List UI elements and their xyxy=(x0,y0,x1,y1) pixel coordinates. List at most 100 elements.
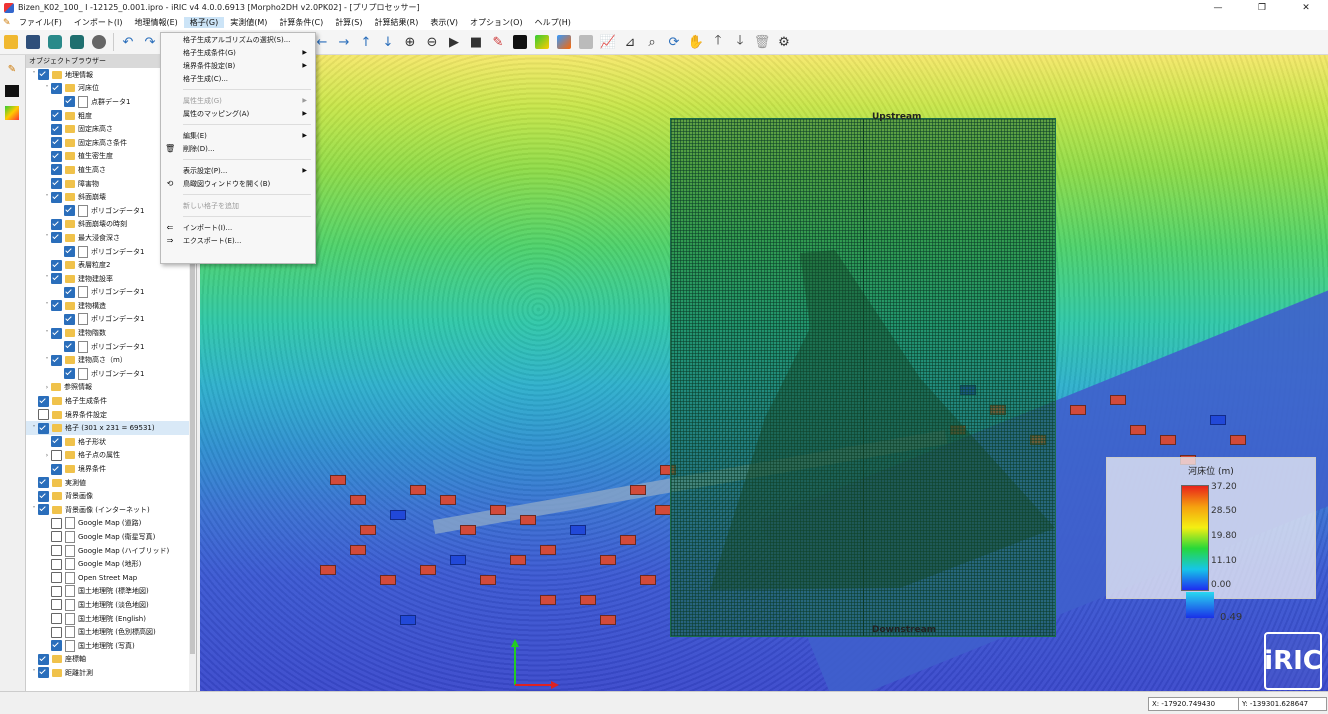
tree-item[interactable]: ˅ 建物構造 xyxy=(26,299,196,313)
visibility-checkbox[interactable] xyxy=(64,205,75,217)
tree-item[interactable]: ポリゴンデータ1 xyxy=(26,340,196,354)
menu-view[interactable]: 表示(V) xyxy=(424,17,464,28)
visibility-checkbox[interactable] xyxy=(51,640,62,652)
visibility-checkbox[interactable] xyxy=(51,300,62,312)
visibility-checkbox[interactable] xyxy=(51,164,62,176)
menu-calc-condition[interactable]: 計算条件(C) xyxy=(273,17,329,28)
grid-menu-item[interactable]: ⇒ エクスポート(E)... xyxy=(161,234,315,247)
tree-item[interactable]: 実測値 xyxy=(26,476,196,490)
chart-search-icon[interactable]: ⌕ xyxy=(642,32,662,52)
expand-arrow-icon[interactable]: ˅ xyxy=(43,302,51,309)
tree-item[interactable]: ˅ 建物建設率 xyxy=(26,272,196,286)
console-icon[interactable] xyxy=(510,32,530,52)
tree-item[interactable]: ˅ 距離計測 xyxy=(26,666,196,680)
tree-item[interactable]: 国土地理院 (English) xyxy=(26,612,196,626)
maximize-button[interactable]: ❐ xyxy=(1240,0,1284,15)
visibility-checkbox[interactable] xyxy=(38,409,49,421)
tree-item[interactable]: ポリゴンデータ1 xyxy=(26,313,196,327)
tree-item[interactable]: ˅ 建物高さ（m） xyxy=(26,353,196,367)
grid-menu-item[interactable]: 編集(E) ▶ xyxy=(161,129,315,142)
visibility-checkbox[interactable] xyxy=(51,517,62,529)
visibility-checkbox[interactable] xyxy=(38,504,49,516)
menu-measured[interactable]: 実測値(M) xyxy=(224,17,273,28)
zoom-out-icon[interactable]: ⊖ xyxy=(422,32,442,52)
menu-import[interactable]: インポート(I) xyxy=(68,17,129,28)
tree-item[interactable]: 境界条件 xyxy=(26,462,196,476)
visibility-checkbox[interactable] xyxy=(51,259,62,271)
expand-arrow-icon[interactable]: ˅ xyxy=(43,357,51,364)
pan-down-icon[interactable]: ↓ xyxy=(378,32,398,52)
menu-result[interactable]: 計算結果(R) xyxy=(369,17,425,28)
visibility-checkbox[interactable] xyxy=(51,613,62,625)
visibility-checkbox[interactable] xyxy=(51,82,62,94)
expand-arrow-icon[interactable]: ˅ xyxy=(43,85,51,92)
tree-item[interactable]: 国土地理院 (色別標高図) xyxy=(26,625,196,639)
visibility-checkbox[interactable] xyxy=(38,395,49,407)
menu-file[interactable]: ファイル(F) xyxy=(13,17,68,28)
color-legend[interactable]: 河床位 (m) 37.20 28.50 19.80 11.10 0.00 xyxy=(1106,457,1316,599)
grid-menu-item[interactable]: 表示設定(P)... ▶ xyxy=(161,164,315,177)
view-3d-icon[interactable] xyxy=(576,32,596,52)
visibility-checkbox[interactable] xyxy=(51,150,62,162)
minimize-button[interactable]: — xyxy=(1196,0,1240,15)
visibility-checkbox[interactable] xyxy=(64,313,75,325)
globe-icon[interactable] xyxy=(89,32,109,52)
tree-item[interactable]: 国土地理院 (淡色地図) xyxy=(26,598,196,612)
zoom-in-icon[interactable]: ⊕ xyxy=(400,32,420,52)
expand-arrow-icon[interactable]: ˅ xyxy=(30,669,38,676)
graph-icon[interactable]: 📈 xyxy=(598,32,618,52)
visibility-checkbox[interactable] xyxy=(51,232,62,244)
expand-arrow-icon[interactable]: ˅ xyxy=(43,194,51,201)
expand-arrow-icon[interactable]: › xyxy=(43,452,51,459)
menu-help[interactable]: ヘルプ(H) xyxy=(529,17,577,28)
visibility-checkbox[interactable] xyxy=(38,653,49,665)
open-icon[interactable] xyxy=(1,32,21,52)
brush-icon[interactable]: ✎ xyxy=(488,32,508,52)
visibility-checkbox[interactable] xyxy=(51,191,62,203)
visibility-checkbox[interactable] xyxy=(38,422,49,434)
tree-item[interactable]: ˅ 建物階数 xyxy=(26,326,196,340)
visibility-checkbox[interactable] xyxy=(38,477,49,489)
visibility-checkbox[interactable] xyxy=(51,585,62,597)
expand-arrow-icon[interactable]: ˅ xyxy=(43,330,51,337)
visibility-checkbox[interactable] xyxy=(51,218,62,230)
grid-menu-item[interactable]: 格子生成(C)... xyxy=(161,72,315,85)
arrow-up-icon[interactable]: 🡑 xyxy=(708,32,728,52)
expand-arrow-icon[interactable]: ˅ xyxy=(30,506,38,513)
visibility-checkbox[interactable] xyxy=(64,246,75,258)
grid-menu-item[interactable]: 格子生成アルゴリズムの選択(S)... xyxy=(161,33,315,46)
undo-icon[interactable]: ↶ xyxy=(118,32,138,52)
pan-up-icon[interactable]: ↑ xyxy=(356,32,376,52)
tree-item[interactable]: ポリゴンデータ1 xyxy=(26,286,196,300)
menu-geodata[interactable]: 地理情報(E) xyxy=(128,17,183,28)
visibility-checkbox[interactable] xyxy=(38,69,49,81)
layer2-icon[interactable] xyxy=(67,32,87,52)
tree-item[interactable]: 国土地理院 (標準地図) xyxy=(26,585,196,599)
grid-menu-item[interactable]: 格子生成条件(G) ▶ xyxy=(161,46,315,59)
menu-calc[interactable]: 計算(S) xyxy=(329,17,368,28)
grid-menu-item[interactable]: 🗑 削除(D)... xyxy=(161,142,315,155)
visibility-checkbox[interactable] xyxy=(64,341,75,353)
visibility-checkbox[interactable] xyxy=(51,354,62,366)
grid-menu-item[interactable]: ⟲ 鳥瞰図ウィンドウを開く(B) xyxy=(161,177,315,190)
visibility-checkbox[interactable] xyxy=(51,110,62,122)
hand-icon[interactable]: ✋ xyxy=(686,32,706,52)
visibility-checkbox[interactable] xyxy=(51,137,62,149)
grid-menu-item[interactable]: ⇐ インポート(I)... xyxy=(161,221,315,234)
view-2d-alt-icon[interactable] xyxy=(554,32,574,52)
visibility-checkbox[interactable] xyxy=(51,123,62,135)
visibility-checkbox[interactable] xyxy=(64,96,75,108)
tree-item[interactable]: 格子形状 xyxy=(26,435,196,449)
close-button[interactable]: ✕ xyxy=(1284,0,1328,15)
tree-item[interactable]: 座標軸 xyxy=(26,653,196,667)
visibility-checkbox[interactable] xyxy=(51,449,62,461)
tree-item[interactable]: ˅ 背景画像 (インターネット) xyxy=(26,503,196,517)
pencil-tool-icon[interactable]: ✎ xyxy=(4,61,20,77)
tree-item[interactable]: 国土地理院 (写真) xyxy=(26,639,196,653)
visibility-checkbox[interactable] xyxy=(51,327,62,339)
view-2d-icon[interactable] xyxy=(532,32,552,52)
expand-arrow-icon[interactable]: ˅ xyxy=(43,275,51,282)
redo-icon[interactable]: ↷ xyxy=(140,32,160,52)
visibility-checkbox[interactable] xyxy=(51,558,62,570)
grid-menu-item[interactable]: 属性のマッピング(A) ▶ xyxy=(161,107,315,120)
